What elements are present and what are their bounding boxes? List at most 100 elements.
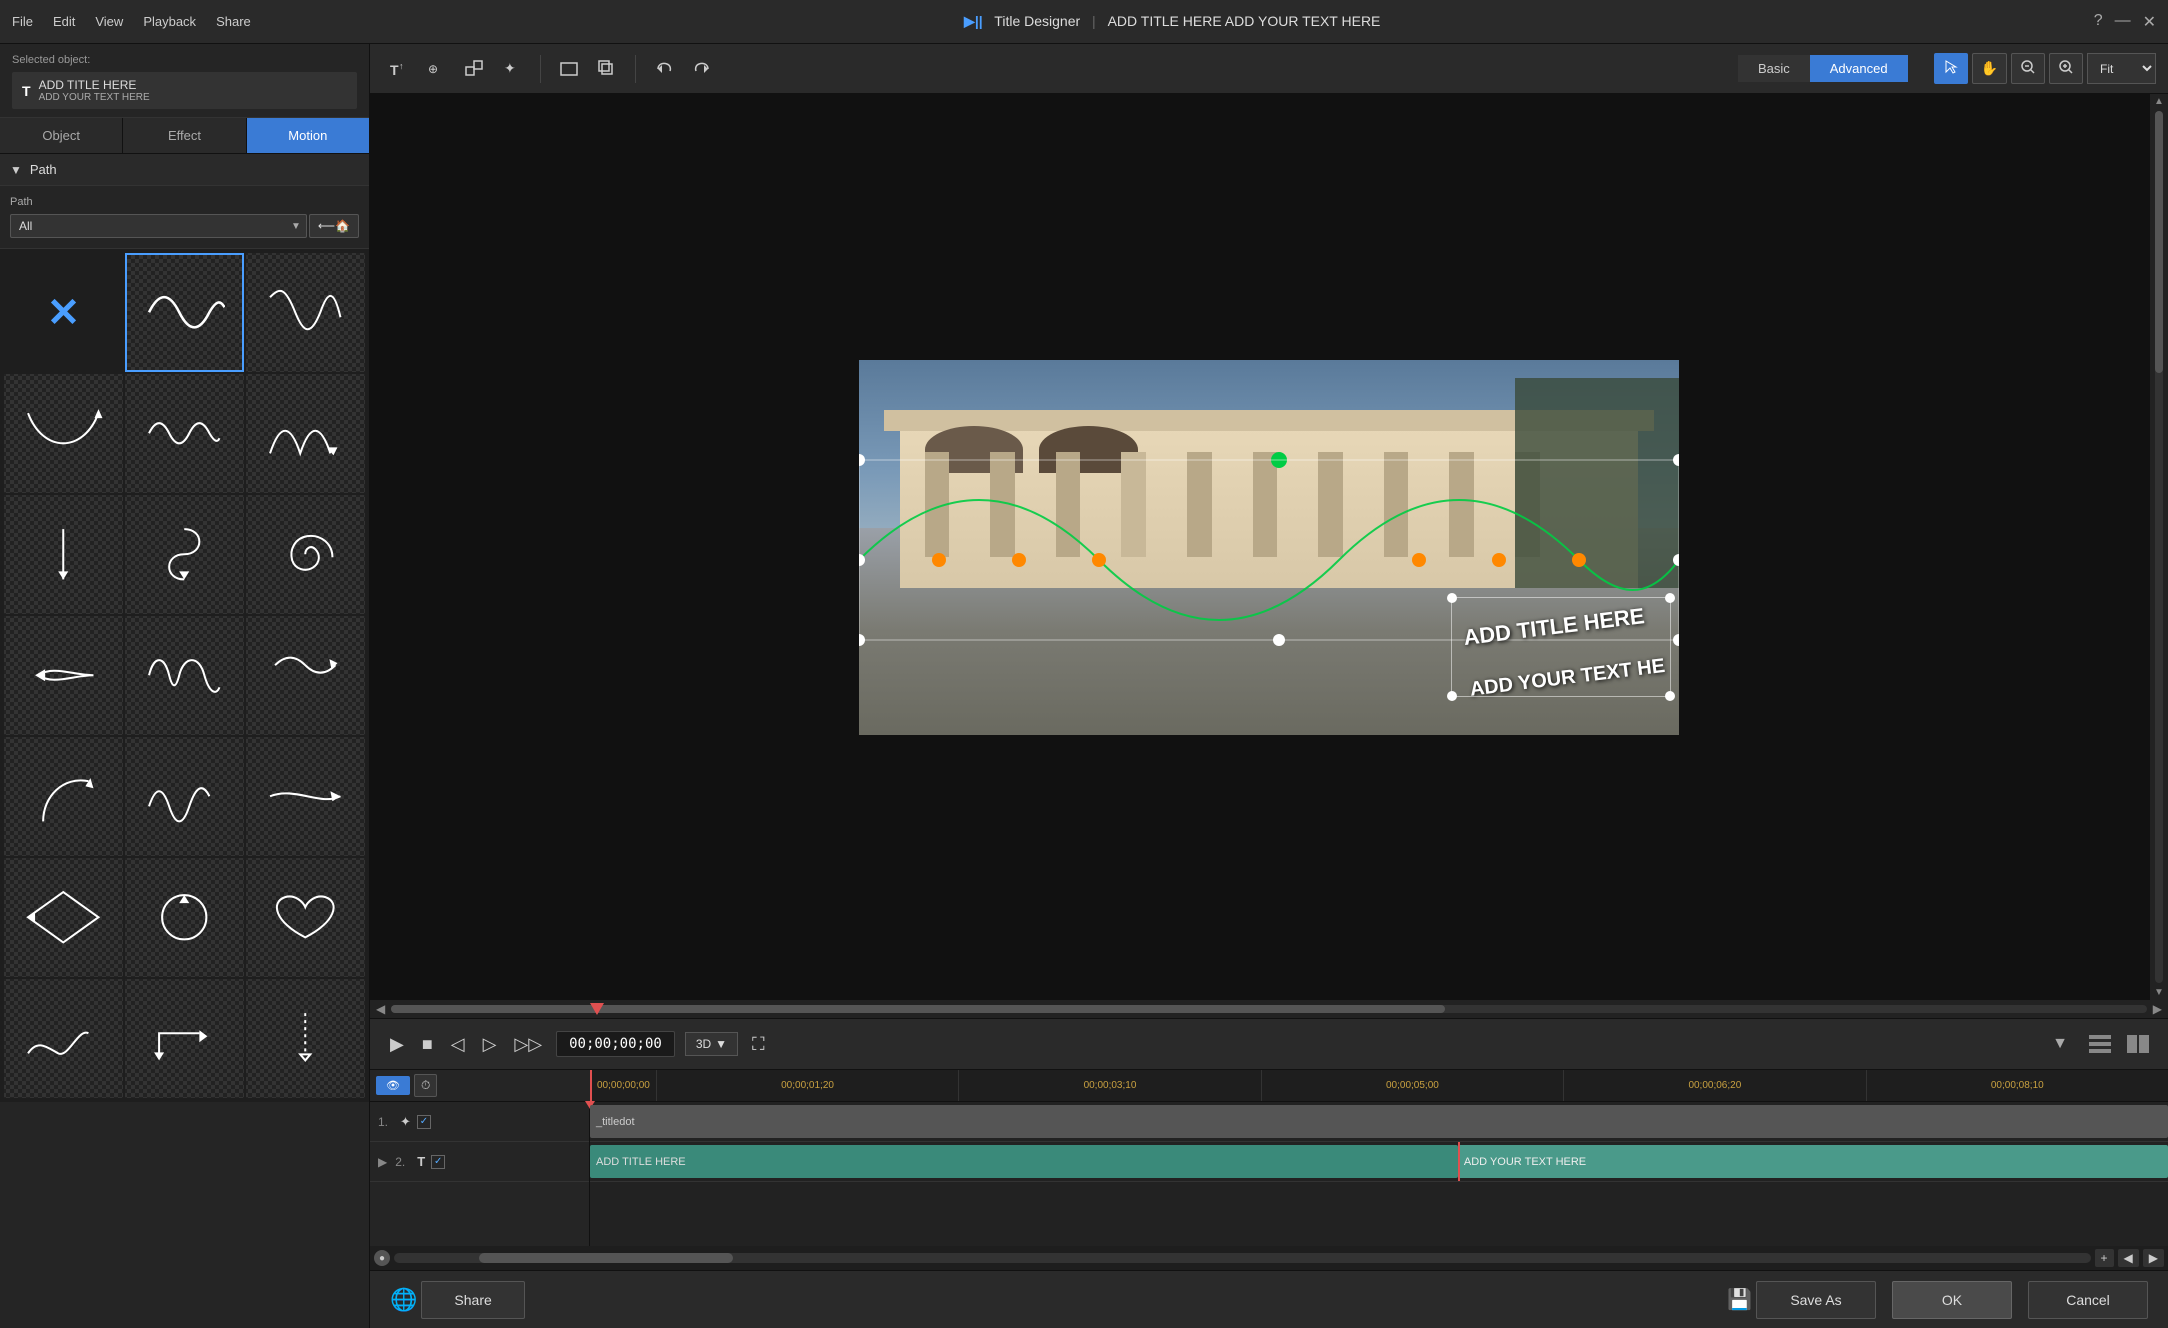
preview-vscroll[interactable]: ▲ ▼ <box>2150 94 2168 1000</box>
menu-file[interactable]: File <box>12 14 33 29</box>
vscroll-up-arrow[interactable]: ▲ <box>2154 96 2164 107</box>
menu-playback[interactable]: Playback <box>143 14 196 29</box>
timeline-add-button[interactable]: + <box>2095 1249 2114 1267</box>
path-item-diamond[interactable] <box>4 858 123 977</box>
tab-motion[interactable]: Motion <box>247 118 369 153</box>
path-item-s-wave[interactable] <box>246 616 365 735</box>
path-item-wave[interactable] <box>125 253 244 372</box>
selected-object-item[interactable]: T ADD TITLE HERE ADD YOUR TEXT HERE <box>12 72 357 109</box>
path-item-wave4[interactable] <box>4 979 123 1098</box>
select-tool-button[interactable] <box>1934 53 1968 84</box>
hscroll-left-arrow[interactable]: ◀ <box>372 1002 389 1016</box>
path-item-arc[interactable] <box>4 374 123 493</box>
zoom-select[interactable]: Fit 50% 100% 200% <box>2087 53 2156 84</box>
close-button[interactable]: ✕ <box>2143 12 2156 32</box>
path-item-s-curve[interactable] <box>125 495 244 614</box>
ruler-mark-2: 00;00;03;10 <box>958 1070 1260 1101</box>
prev-frame-button[interactable]: ◁ <box>447 1030 469 1059</box>
timeline-icon-2[interactable] <box>2124 1030 2152 1058</box>
svg-text:↑: ↑ <box>399 61 404 71</box>
path-item-heart[interactable] <box>246 858 365 977</box>
pillar-6 <box>1253 452 1278 557</box>
timeline-next-button[interactable]: ▶ <box>2143 1249 2164 1267</box>
move-tool-button[interactable]: ⊕ <box>420 55 452 83</box>
zoom-out-button[interactable] <box>2011 53 2045 84</box>
timeline: 👁 ⏱ 00;00;00;00 00;00;01;20 00;00;03;10 … <box>370 1070 2168 1270</box>
fast-forward-button[interactable]: ▷▷ <box>510 1030 546 1059</box>
cancel-button[interactable]: Cancel <box>2028 1281 2148 1319</box>
play-button[interactable]: ▶ <box>386 1030 408 1059</box>
preview-with-scroll: ADD TITLE HERE ADD YOUR TEXT HE <box>370 94 2168 1000</box>
help-button[interactable]: ? <box>2094 12 2103 32</box>
scale-tool-button[interactable] <box>458 55 490 83</box>
path-reset-button[interactable]: ⟵🏠 <box>309 214 359 238</box>
zoom-in-button[interactable] <box>2049 53 2083 84</box>
expand-timeline-button[interactable]: ▼ <box>2044 1033 2076 1055</box>
path-dropdown[interactable]: All None Custom <box>10 214 307 238</box>
track-clip-1[interactable]: _titledot <box>590 1105 2168 1138</box>
vscroll-down-arrow[interactable]: ▼ <box>2154 987 2164 998</box>
fullscreen-button[interactable]: ⛶ <box>748 1030 769 1059</box>
screen-tool-button[interactable] <box>553 55 585 83</box>
path-item-circle[interactable] <box>125 858 244 977</box>
path-section-header[interactable]: ▼ Path <box>0 154 369 186</box>
ruler-mark-5: 00;00;08;10 <box>1866 1070 2168 1101</box>
advanced-mode-button[interactable]: Advanced <box>1810 55 1908 82</box>
curve-right-path-icon <box>23 756 104 837</box>
track-expand-2[interactable]: ▶ <box>378 1155 387 1169</box>
timeline-ruler-area: 00;00;00;00 00;00;01;20 00;00;03;10 00;0… <box>590 1070 2168 1101</box>
hscroll-track[interactable] <box>391 1005 2147 1013</box>
path-item-zigzag[interactable] <box>246 253 365 372</box>
menu-view[interactable]: View <box>95 14 123 29</box>
vscroll-track[interactable] <box>2155 111 2163 983</box>
timeline-prev-button[interactable]: ◀ <box>2118 1249 2139 1267</box>
next-frame-button[interactable]: ▷ <box>479 1030 501 1059</box>
stop-button[interactable]: ■ <box>418 1030 437 1059</box>
tab-effect[interactable]: Effect <box>123 118 246 153</box>
path-item-vertical[interactable] <box>4 495 123 614</box>
preview-canvas: ADD TITLE HERE ADD YOUR TEXT HE <box>370 94 2168 1000</box>
path-item-spiral[interactable] <box>246 495 365 614</box>
path-section-label: Path <box>30 162 57 177</box>
path-item-dotted[interactable] <box>246 979 365 1098</box>
track-clip-2b[interactable]: ADD YOUR TEXT HERE <box>1458 1145 2168 1178</box>
track-label-1: 1. ✦ <box>370 1102 589 1142</box>
hand-tool-button[interactable]: ✋ <box>1972 53 2007 84</box>
track-checkbox-2[interactable] <box>431 1155 445 1169</box>
timeline-eye-button[interactable]: 👁 <box>376 1076 410 1095</box>
share-button[interactable]: Share <box>421 1281 524 1319</box>
timeline-clock-button[interactable]: ⏱ <box>414 1074 437 1097</box>
redo-button[interactable] <box>686 55 718 83</box>
minimize-button[interactable]: — <box>2115 12 2131 32</box>
track-checkbox-1[interactable] <box>417 1115 431 1129</box>
path-item-arrow-left[interactable] <box>4 616 123 735</box>
pillar-8 <box>1384 452 1409 557</box>
save-as-button[interactable]: Save As <box>1756 1281 1876 1319</box>
tab-object[interactable]: Object <box>0 118 123 153</box>
undo-button[interactable] <box>648 55 680 83</box>
rotate-tool-button[interactable]: ✦ <box>496 55 528 83</box>
hscroll-right-arrow[interactable]: ▶ <box>2149 1002 2166 1016</box>
path-item-squiggle2[interactable] <box>125 737 244 856</box>
menu-share[interactable]: Share <box>216 14 251 29</box>
menu-edit[interactable]: Edit <box>53 14 75 29</box>
timeline-scroll-track[interactable] <box>394 1253 2091 1263</box>
timeline-circle-button[interactable]: ● <box>374 1250 390 1266</box>
track-clip-2a[interactable]: ADD TITLE HERE <box>590 1145 1458 1178</box>
arc-path-icon <box>23 393 104 474</box>
path-item-no-path[interactable]: ✕ <box>4 253 123 372</box>
path-item-wave2[interactable] <box>246 374 365 493</box>
duplicate-tool-button[interactable] <box>591 55 623 83</box>
path-item-squiggle[interactable] <box>125 374 244 493</box>
timeline-icon-1[interactable] <box>2086 1030 2114 1058</box>
path-item-wave3[interactable] <box>125 616 244 735</box>
path-item-curve-right[interactable] <box>4 737 123 856</box>
basic-mode-button[interactable]: Basic <box>1738 55 1810 82</box>
path-item-rect-arrow[interactable] <box>125 979 244 1098</box>
text-tool-button[interactable]: T ↑ <box>382 55 414 83</box>
track-num-1: 1. <box>378 1115 394 1129</box>
ok-button[interactable]: OK <box>1892 1281 2012 1319</box>
3d-mode-button[interactable]: 3D ▼ <box>685 1032 738 1056</box>
preview-area: ADD TITLE HERE ADD YOUR TEXT HE <box>370 94 2168 1270</box>
path-item-arrow-long[interactable] <box>246 737 365 856</box>
